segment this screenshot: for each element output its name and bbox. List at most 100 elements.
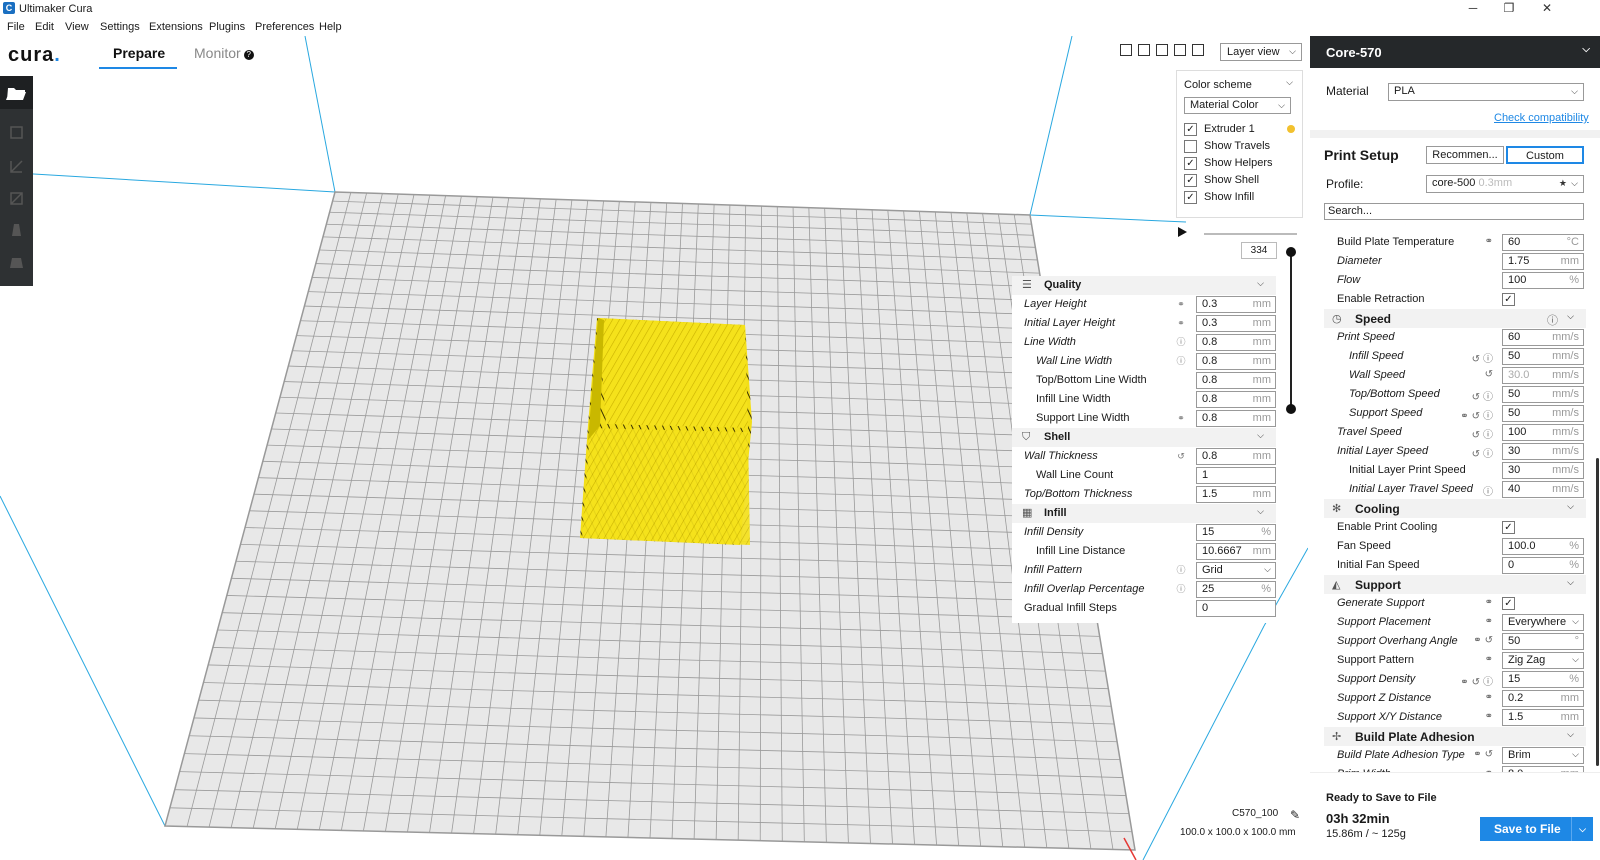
setting-action-icons[interactable]: ⚭ — [1485, 711, 1496, 722]
setting-input[interactable]: 0.3 mm — [1196, 315, 1276, 332]
setting-input[interactable]: 0.8 mm — [1196, 353, 1276, 370]
link-icon[interactable]: ⚭ — [1176, 299, 1186, 309]
link-icon[interactable]: ⚭ — [1176, 413, 1186, 423]
category-infill[interactable]: ▦ Infill ⌵ — [1012, 504, 1276, 523]
setting-input[interactable]: 10.6667 mm — [1196, 543, 1276, 560]
tab-prepare[interactable]: Prepare — [99, 45, 177, 69]
setting-action-icons[interactable]: ↺ⓘ — [1472, 388, 1496, 403]
menu-plugins[interactable]: Plugins — [209, 21, 245, 33]
menu-preferences[interactable]: Preferences — [255, 21, 314, 33]
category-support[interactable]: ◭ Support ⌵ — [1324, 575, 1586, 594]
setting-input[interactable]: 1.5 mm — [1502, 709, 1584, 726]
setting-action-icons[interactable]: ⚭↺ — [1473, 749, 1496, 760]
info-icon[interactable]: ⓘ — [1176, 584, 1186, 594]
menu-help[interactable]: Help — [319, 21, 342, 33]
recommended-mode-button[interactable]: Recommen... — [1426, 146, 1504, 164]
open-file-button[interactable] — [0, 76, 33, 109]
setting-action-icons[interactable]: ⚭↺ — [1473, 635, 1496, 646]
settings-search-input[interactable]: Search... — [1324, 203, 1584, 220]
setting-action-icons[interactable]: ⓘ — [1483, 483, 1496, 498]
job-name[interactable]: C570_100 — [1232, 808, 1278, 819]
per-model-settings-icon[interactable] — [8, 254, 25, 271]
setting-action-icons[interactable]: ⚭ — [1485, 654, 1496, 665]
setting-action-icons[interactable]: ⚭↺ⓘ — [1460, 673, 1496, 688]
setting-input[interactable]: 1.5 mm — [1196, 486, 1276, 503]
current-layer-field[interactable]: 334 — [1241, 242, 1277, 259]
checkbox-show-helpers[interactable]: ✓ — [1184, 157, 1197, 170]
path-slider[interactable] — [1204, 233, 1297, 235]
menu-extensions[interactable]: Extensions — [149, 21, 203, 33]
category-speed[interactable]: ◷ Speed ⓘ ⌵ — [1324, 309, 1586, 328]
setting-input[interactable]: Grid ⌵ — [1196, 562, 1276, 579]
setting-checkbox[interactable]: ✓ — [1502, 521, 1515, 534]
setting-input[interactable]: 100 mm/s — [1502, 424, 1584, 441]
menu-file[interactable]: File — [7, 21, 25, 33]
left-view-icon[interactable] — [1174, 44, 1186, 56]
top-view-icon[interactable] — [1156, 44, 1168, 56]
menu-settings[interactable]: Settings — [100, 21, 140, 33]
edit-pencil-icon[interactable]: ✎ — [1290, 808, 1300, 822]
category-build-plate-adhesion[interactable]: ✢ Build Plate Adhesion ⌵ — [1324, 727, 1586, 746]
setting-input[interactable]: 30 mm/s — [1502, 443, 1584, 460]
save-to-file-button[interactable]: Save to File ⌵ — [1480, 817, 1593, 841]
setting-checkbox[interactable]: ✓ — [1502, 293, 1515, 306]
setting-input[interactable]: 100.0% — [1502, 538, 1584, 555]
setting-input[interactable]: 0.3 mm — [1196, 296, 1276, 313]
front-view-icon[interactable] — [1138, 44, 1150, 56]
category-shell[interactable]: ⛉ Shell ⌵ — [1012, 428, 1276, 447]
category-quality[interactable]: ☰ Quality ⌵ — [1012, 276, 1276, 295]
link-icon[interactable]: ⚭ — [1176, 318, 1186, 328]
setting-input[interactable]: 60 °C — [1502, 234, 1584, 251]
setting-input[interactable]: 100% — [1502, 272, 1584, 289]
setting-checkbox[interactable]: ✓ — [1502, 597, 1515, 610]
info-icon[interactable]: ⓘ — [1176, 337, 1186, 347]
setting-input[interactable]: 30 mm/s — [1502, 462, 1584, 479]
setting-action-icons[interactable]: ↺ — [1485, 369, 1496, 380]
setting-action-icons[interactable]: ↺ⓘ — [1472, 426, 1496, 441]
setting-action-icons[interactable]: ⚭ — [1485, 236, 1496, 247]
layer-slider[interactable] — [1290, 252, 1292, 409]
setting-select[interactable]: Brim ⌵ — [1502, 747, 1584, 764]
setting-action-icons[interactable]: ⚭ — [1485, 692, 1496, 703]
setting-input[interactable]: 30.0 mm/s — [1502, 367, 1584, 384]
setting-input[interactable]: 25% — [1196, 581, 1276, 598]
profile-dropdown[interactable]: core-500 0.3mm ★ ⌵ — [1426, 175, 1584, 193]
move-tool-icon[interactable] — [8, 124, 25, 141]
info-icon[interactable]: ⓘ — [1176, 356, 1186, 366]
setting-input[interactable]: 50 ° — [1502, 633, 1584, 650]
close-button[interactable]: ✕ — [1524, 0, 1570, 18]
setting-input[interactable]: 15% — [1502, 671, 1584, 688]
setting-action-icons[interactable]: ↺ⓘ — [1472, 350, 1496, 365]
setting-input[interactable]: 50 mm/s — [1502, 405, 1584, 422]
setting-input[interactable]: 0 — [1196, 600, 1276, 617]
checkbox-show-infill[interactable]: ✓ — [1184, 191, 1197, 204]
setting-input[interactable]: 0% — [1502, 557, 1584, 574]
setting-select[interactable]: Zig Zag ⌵ — [1502, 652, 1584, 669]
checkbox-extruder-1[interactable]: ✓ — [1184, 123, 1197, 136]
info-icon[interactable]: ⓘ — [1547, 312, 1558, 328]
info-icon[interactable]: ⓘ — [1176, 565, 1186, 575]
rotate-tool-icon[interactable] — [8, 190, 25, 207]
mirror-tool-icon[interactable] — [8, 222, 25, 239]
category-cooling[interactable]: ✻ Cooling ⌵ — [1324, 499, 1586, 518]
setting-select[interactable]: Everywhere ⌵ — [1502, 614, 1584, 631]
menu-view[interactable]: View — [65, 21, 89, 33]
setting-action-icons[interactable]: ⚭ — [1485, 616, 1496, 627]
tab-monitor[interactable]: Monitor? — [194, 45, 254, 69]
setting-input[interactable]: 50 mm/s — [1502, 348, 1584, 365]
check-compatibility-link[interactable]: Check compatibility — [1494, 112, 1589, 124]
setting-input[interactable]: 15% — [1196, 524, 1276, 541]
setting-input[interactable]: 60 mm/s — [1502, 329, 1584, 346]
settings-scrollbar[interactable] — [1596, 458, 1599, 766]
chevron-down-icon[interactable]: ⌵ — [1571, 817, 1593, 841]
setting-input[interactable]: 0.8 mm — [1196, 372, 1276, 389]
setting-input[interactable]: 1.75 mm — [1502, 253, 1584, 270]
menu-edit[interactable]: Edit — [35, 21, 54, 33]
layer-slider-bottom-handle[interactable] — [1286, 404, 1296, 414]
color-scheme-dropdown[interactable]: Material Color ⌵ — [1184, 97, 1291, 114]
custom-mode-button[interactable]: Custom — [1506, 146, 1584, 164]
setting-input[interactable]: 0.8 mm — [1196, 410, 1276, 427]
scale-tool-icon[interactable] — [8, 158, 25, 175]
right-view-icon[interactable] — [1192, 44, 1204, 56]
setting-input[interactable]: 0.2 mm — [1502, 690, 1584, 707]
